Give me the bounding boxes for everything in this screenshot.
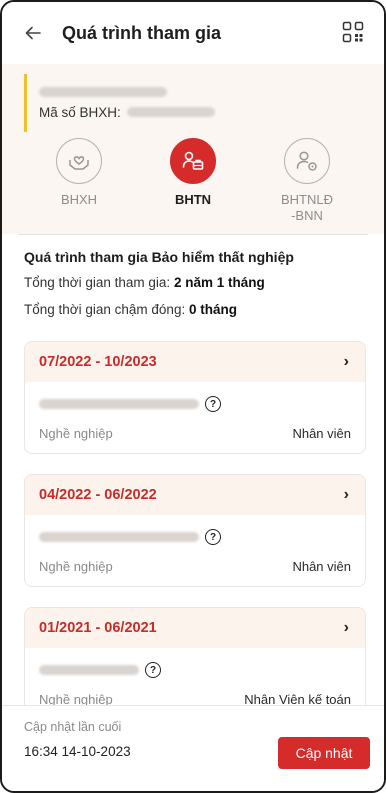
chevron-right-icon: › <box>343 353 349 370</box>
user-name-redacted <box>39 86 167 97</box>
record-card[interactable]: 04/2022 - 06/2022 › ? Nghề nghiệp Nhân v… <box>24 474 366 587</box>
late-time-label: Tổng thời gian chậm đóng: <box>24 302 186 317</box>
update-footer: Cập nhật lần cuối 16:34 14-10-2023 Cập n… <box>2 705 384 791</box>
company-name-redacted <box>39 399 199 409</box>
record-card-body: ? Nghề nghiệp Nhân viên <box>25 515 365 586</box>
last-update-label: Cập nhật lần cuối <box>24 720 122 734</box>
record-card-header[interactable]: 07/2022 - 10/2023 › <box>25 342 365 382</box>
person-gear-icon <box>296 151 317 171</box>
record-period: 04/2022 - 06/2022 <box>39 487 157 503</box>
help-icon[interactable]: ? <box>205 529 221 545</box>
tab-bhtn-icon-circle <box>170 138 216 184</box>
ssn-label: Mã số BHXH: <box>39 104 121 120</box>
qr-code-button[interactable] <box>342 21 366 45</box>
job-row: Nghề nghiệp Nhân viên <box>39 426 351 441</box>
tab-bhtnld-icon-circle <box>284 138 330 184</box>
page-title: Quá trình tham gia <box>62 22 222 43</box>
tab-bhtnld-label: BHTNLĐ -BNN <box>281 192 333 224</box>
job-label: Nghề nghiệp <box>39 426 113 441</box>
job-value: Nhân viên <box>292 559 351 574</box>
help-icon[interactable]: ? <box>205 396 221 412</box>
update-button[interactable]: Cập nhật <box>278 737 370 769</box>
tab-bhxh-icon-circle <box>56 138 102 184</box>
help-icon[interactable]: ? <box>145 662 161 678</box>
total-time-row: Tổng thời gian tham gia: 2 năm 1 tháng <box>24 275 366 290</box>
user-info-panel: Mã số BHXH: <box>2 64 384 132</box>
tab-bhtnld-label-line1: BHTNLĐ <box>280 192 333 207</box>
app-screen: Quá trình tham gia Mã số BHXH: BHXH BHTN… <box>0 0 386 793</box>
total-time-value: 2 năm 1 tháng <box>173 275 265 290</box>
tab-bhtnld-bnn[interactable]: BHTNLĐ -BNN <box>252 138 362 224</box>
company-name-redacted <box>39 532 199 542</box>
arrow-left-icon <box>25 26 41 40</box>
record-card[interactable]: 01/2021 - 06/2021 › ? Nghề nghiệp Nhân V… <box>24 607 366 720</box>
job-value: Nhân viên <box>292 426 351 441</box>
job-row: Nghề nghiệp Nhân viên <box>39 559 351 574</box>
total-time-label: Tổng thời gian tham gia: <box>24 275 171 290</box>
ssn-value-redacted <box>126 107 215 117</box>
user-info: Mã số BHXH: <box>24 74 384 132</box>
chevron-right-icon: › <box>343 486 349 503</box>
top-bar: Quá trình tham gia <box>2 2 384 64</box>
person-briefcase-icon <box>182 151 204 170</box>
company-name-redacted <box>39 665 139 675</box>
job-label: Nghề nghiệp <box>39 559 113 574</box>
insurance-type-tabs: BHXH BHTN BHTNLĐ -BNN <box>2 132 384 234</box>
chevron-right-icon: › <box>343 619 349 636</box>
company-row: ? <box>39 660 351 680</box>
participation-summary: Quá trình tham gia Bảo hiểm thất nghiệp … <box>2 235 384 337</box>
record-period: 07/2022 - 10/2023 <box>39 354 157 370</box>
late-time-row: Tổng thời gian chậm đóng: 0 tháng <box>24 302 366 317</box>
tab-bhxh[interactable]: BHXH <box>24 138 134 224</box>
record-card[interactable]: 07/2022 - 10/2023 › ? Nghề nghiệp Nhân v… <box>24 341 366 454</box>
back-button[interactable] <box>20 20 46 46</box>
record-card-header[interactable]: 04/2022 - 06/2022 › <box>25 475 365 515</box>
tab-bhxh-label: BHXH <box>60 192 98 207</box>
record-card-body: ? Nghề nghiệp Nhân viên <box>25 382 365 453</box>
summary-title: Quá trình tham gia Bảo hiểm thất nghiệp <box>24 249 294 265</box>
qr-code-icon <box>342 21 364 43</box>
record-period: 01/2021 - 06/2021 <box>39 620 157 636</box>
record-card-header[interactable]: 01/2021 - 06/2021 › <box>25 608 365 648</box>
company-row: ? <box>39 394 351 414</box>
tab-bhtn-label: BHTN <box>174 192 212 207</box>
tab-bhtn[interactable]: BHTN <box>138 138 248 224</box>
company-row: ? <box>39 527 351 547</box>
tab-bhtnld-label-line2: -BNN <box>291 208 323 223</box>
hands-heart-icon <box>69 156 89 170</box>
ssn-row: Mã số BHXH: <box>39 105 384 120</box>
late-time-value: 0 tháng <box>188 302 237 317</box>
